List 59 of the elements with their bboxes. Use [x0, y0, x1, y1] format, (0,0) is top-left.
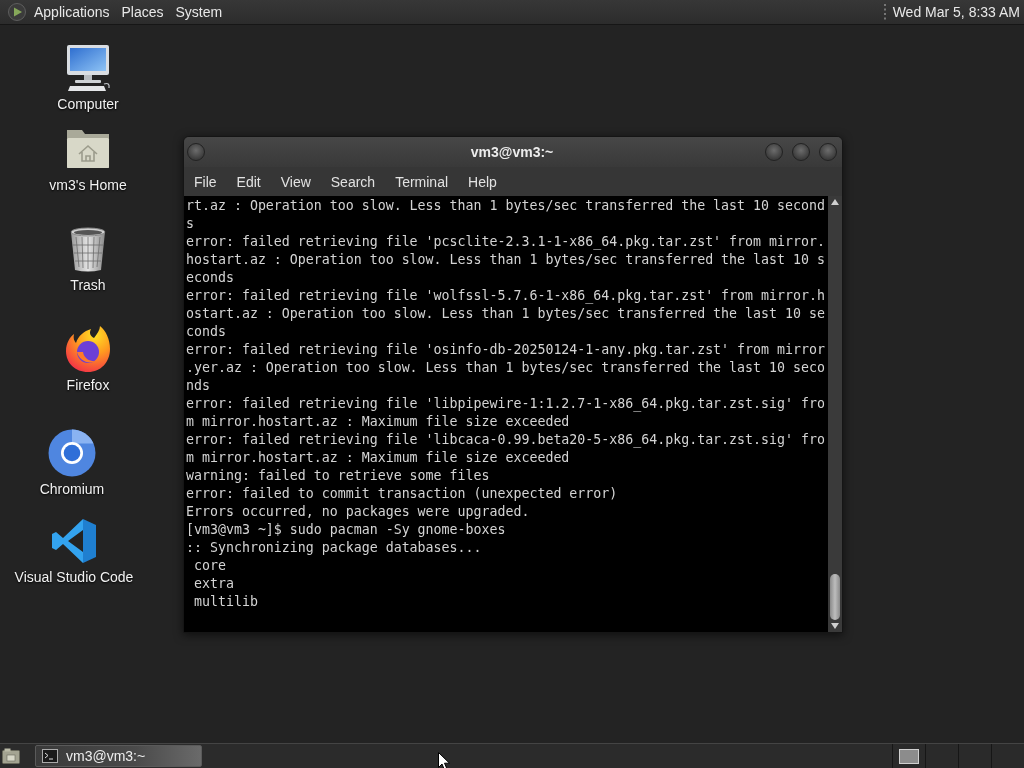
terminal-line: warning: failed to retrieve some files — [186, 467, 491, 485]
up-arrow-icon[interactable] — [831, 199, 839, 205]
terminal-line: ostart.az : Operation too slow. Less than 1 bytes/sec transferred the last 10 se — [186, 305, 826, 323]
terminal-line: error: failed retrieving file 'wolfssl-5.7.6-1-x86_64.pkg.tar.zst' from mirror.h — [186, 287, 826, 305]
ring-icon[interactable] — [48, 429, 96, 477]
menu-item[interactable]: Search — [330, 173, 376, 190]
menu-item[interactable]: View — [280, 173, 311, 190]
maximize-button[interactable] — [792, 143, 810, 161]
scrollbar-thumb[interactable] — [830, 574, 840, 620]
mouse-pointer-icon — [438, 752, 450, 768]
menu-item[interactable]: Terminal — [395, 173, 449, 190]
scrollbar-track[interactable] — [828, 196, 842, 632]
terminal-line: s — [186, 215, 195, 233]
terminal-line: Errors occurred, no packages were upgraded. — [186, 503, 531, 521]
menu-item[interactable]: File — [194, 173, 217, 190]
terminal-line: rt.az : Operation too slow. Less than 1 bytes/sec transferred the last 10 second — [186, 197, 826, 215]
window-menu-button[interactable] — [187, 143, 205, 161]
close-button[interactable] — [819, 143, 837, 161]
terminal-line: extra — [193, 575, 235, 593]
desktop-icon-label[interactable]: Computer — [57, 96, 119, 112]
terminal-icon — [42, 749, 58, 763]
down-arrow-icon[interactable] — [831, 623, 839, 629]
terminal-line: core — [193, 557, 227, 575]
terminal-line: multilib — [193, 593, 259, 611]
clock[interactable]: Wed Mar 5, 8:33 AM — [892, 4, 1020, 20]
terminal-line: m mirror.hostart.az : Maximum file size exceeded — [186, 449, 571, 467]
terminal-line: :: Synchronizing package databases... — [186, 539, 483, 557]
desktop-icon-label[interactable]: Trash — [70, 277, 106, 293]
terminal-line: error: failed retrieving file 'pcsclite-2.3.1-1-x86_64.pkg.tar.zst' from mirror. — [186, 233, 826, 251]
menu-item[interactable]: Help — [468, 173, 497, 190]
terminal-line: econds — [186, 269, 235, 287]
terminal-line: error: failed retrieving file 'libcaca-0.99.beta20-5-x86_64.pkg.tar.zst.sig' fro — [186, 431, 826, 449]
desktop-icon-label[interactable]: Visual Studio Code — [14, 569, 134, 585]
desktop-icon-label[interactable]: vm3's Home — [49, 177, 127, 193]
terminal-line: conds — [186, 323, 227, 341]
monitor-icon[interactable] — [64, 44, 112, 92]
flame-globe-icon[interactable] — [64, 325, 112, 373]
minimize-button[interactable] — [765, 143, 783, 161]
window-thumbnail-icon — [899, 748, 919, 764]
terminal-line: error: failed to commit transaction (unexpected error) — [186, 485, 619, 503]
terminal-line: error: failed retrieving file 'libpipewire-1:1.2.7-1-x86_64.pkg.tar.zst.sig' fro — [186, 395, 826, 413]
terminal-line: [vm3@vm3 ~]$ sudo pacman -Sy gnome-boxes — [186, 521, 507, 539]
desktop-icon-label[interactable]: Chromium — [39, 481, 105, 497]
terminal-line: hostart.az : Operation too slow. Less than 1 bytes/sec transferred the last 10 s — [186, 251, 826, 269]
menu-item[interactable]: Edit — [236, 173, 261, 190]
terminal-line: .yer.az : Operation too slow. Less than 1 bytes/sec transferred the last 10 seco — [186, 359, 826, 377]
taskbar-button[interactable]: vm3@vm3:~ — [35, 745, 202, 767]
terminal-line: nds — [186, 377, 211, 395]
panel-menu[interactable]: Places — [115, 2, 170, 22]
panel-menu[interactable]: Applications — [28, 2, 116, 22]
drag-handle-icon[interactable] — [882, 4, 887, 20]
desktop-icon — [2, 748, 20, 764]
window-title: vm3@vm3:~ — [470, 144, 554, 160]
terminal-line: error: failed retrieving file 'osinfo-db-20250124-1-any.pkg.tar.zst' from mirror — [186, 341, 826, 359]
desktop-icon-label[interactable]: Firefox — [66, 377, 110, 393]
triangle-logo-icon[interactable] — [8, 3, 26, 21]
terminal-line: m mirror.hostart.az : Maximum file size exceeded — [186, 413, 571, 431]
ribbon-icon[interactable] — [50, 517, 98, 565]
panel-menu[interactable]: System — [169, 2, 229, 22]
